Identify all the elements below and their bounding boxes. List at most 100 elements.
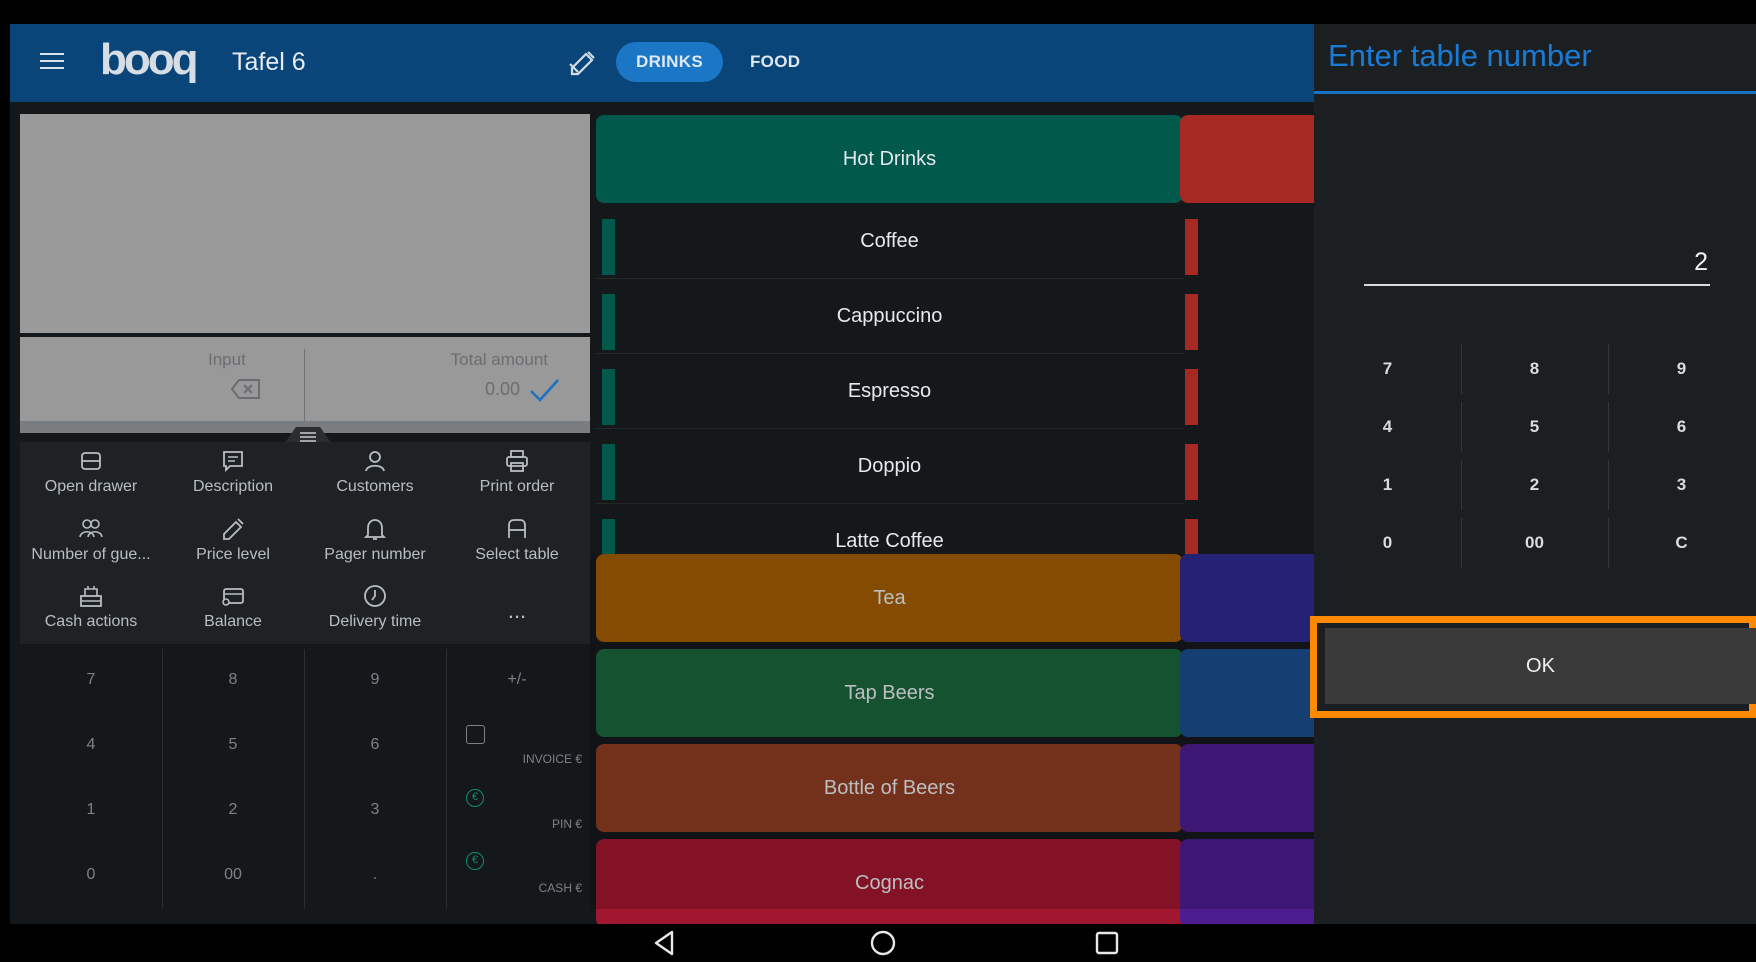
dialog-numpad: 7 8 9 4 5 6 1 2 3 0 00 C: [1314, 340, 1756, 576]
action-balance[interactable]: Balance: [162, 577, 304, 644]
pay-pin-button[interactable]: PIN €: [462, 817, 582, 831]
category-second-column-4[interactable]: [1180, 744, 1330, 832]
people-icon: [79, 519, 103, 538]
wallet-icon: [222, 588, 244, 606]
category-second-column-3[interactable]: [1180, 649, 1330, 737]
key-5[interactable]: 5: [162, 714, 304, 776]
more-icon: ...: [507, 598, 527, 623]
table-title: Tafel 6: [232, 48, 306, 76]
euro-coin-icon: €: [466, 789, 484, 807]
total-amount-label: Total amount: [450, 350, 548, 369]
dialog-key-4[interactable]: 4: [1314, 398, 1461, 456]
chair-icon: [508, 519, 526, 538]
action-description[interactable]: Description: [162, 442, 304, 509]
printer-icon: [506, 450, 528, 472]
bell-icon: [363, 519, 387, 540]
key-4[interactable]: 4: [20, 714, 162, 776]
action-pager-number[interactable]: Pager number: [304, 510, 446, 577]
register-icon: [80, 586, 102, 607]
category-bottle-of-beers[interactable]: Bottle of Beers: [596, 744, 1183, 832]
key-0[interactable]: 0: [20, 844, 162, 906]
product-color-bar: [1185, 444, 1198, 500]
key-7[interactable]: 7: [20, 649, 162, 711]
ok-button[interactable]: OK: [1325, 628, 1756, 704]
home-icon[interactable]: [868, 928, 898, 958]
category-second-column-1[interactable]: [1180, 115, 1330, 203]
category-second-column-2[interactable]: [1180, 554, 1330, 642]
euro-coin-icon: €: [466, 852, 484, 870]
dialog-key-8[interactable]: 8: [1461, 340, 1608, 398]
category-cognac[interactable]: Cognac: [596, 839, 1183, 927]
dialog-key-1[interactable]: 1: [1314, 456, 1461, 514]
dialog-key-5[interactable]: 5: [1461, 398, 1608, 456]
action-cash-actions[interactable]: Cash actions: [20, 577, 162, 644]
product-cappuccino[interactable]: Cappuccino: [596, 284, 1183, 354]
input-label: Input: [208, 350, 246, 369]
action-print-order[interactable]: Print order: [446, 442, 588, 509]
key-00[interactable]: 00: [162, 844, 304, 906]
action-select-table[interactable]: Select table: [446, 510, 588, 577]
order-list[interactable]: [20, 114, 590, 333]
product-color-bar: [1185, 369, 1198, 425]
key-2[interactable]: 2: [162, 779, 304, 841]
key-3[interactable]: 3: [304, 779, 446, 841]
key-plus-minus[interactable]: +/-: [446, 649, 588, 711]
dialog-title: Enter table number: [1328, 38, 1592, 73]
dialog-key-00[interactable]: 00: [1461, 514, 1608, 572]
amount-divider: [304, 349, 305, 421]
tab-food[interactable]: FOOD: [730, 42, 820, 82]
action-more[interactable]: ...: [446, 577, 588, 644]
total-amount-value: 0.00: [484, 379, 520, 399]
back-icon[interactable]: [650, 928, 680, 958]
input-underline: [1364, 284, 1710, 286]
dialog-key-0[interactable]: 0: [1314, 514, 1461, 572]
note-icon: [223, 451, 243, 473]
check-icon[interactable]: [528, 375, 560, 405]
action-customers[interactable]: Customers: [304, 442, 446, 509]
action-price-level[interactable]: Price level: [162, 510, 304, 577]
dialog-key-9[interactable]: 9: [1608, 340, 1755, 398]
key-decimal[interactable]: .: [304, 844, 446, 906]
key-6[interactable]: 6: [304, 714, 446, 776]
invoice-icon: [466, 725, 485, 744]
edit-icon[interactable]: [566, 46, 600, 80]
key-8[interactable]: 8: [162, 649, 304, 711]
pay-cash-button[interactable]: CASH €: [462, 881, 582, 895]
key-1[interactable]: 1: [20, 779, 162, 841]
product-coffee[interactable]: Coffee: [596, 209, 1183, 279]
dialog-key-2[interactable]: 2: [1461, 456, 1608, 514]
hamburger-menu-icon[interactable]: [40, 53, 64, 71]
category-hot-drinks[interactable]: Hot Drinks: [596, 115, 1183, 203]
pay-invoice-button[interactable]: INVOICE €: [462, 752, 582, 766]
tag-icon: [223, 518, 244, 540]
tab-drinks[interactable]: DRINKS: [616, 42, 723, 82]
product-doppio[interactable]: Doppio: [596, 434, 1183, 504]
dialog-key-clear[interactable]: C: [1608, 514, 1755, 572]
system-nav-bar: [10, 924, 1756, 962]
dialog-key-3[interactable]: 3: [1608, 456, 1755, 514]
clock-icon: [364, 585, 386, 607]
dialog-key-7[interactable]: 7: [1314, 340, 1461, 398]
category-tea[interactable]: Tea: [596, 554, 1183, 642]
amount-panel: Input Total amount 0.00: [20, 337, 590, 421]
product-espresso[interactable]: Espresso: [596, 359, 1183, 429]
left-numpad: 7 8 9 +/- 4 5 6 1 2 3 0 00 . INVOICE € €…: [20, 649, 590, 909]
dialog-key-6[interactable]: 6: [1608, 398, 1755, 456]
pos-screen: booq Tafel 6 DRINKS FOOD Input Total amo…: [10, 24, 1756, 962]
category-second-column-5[interactable]: [1180, 839, 1330, 927]
table-number-dialog: Enter table number 2 7 8 9 4 5 6 1 2 3 0…: [1314, 24, 1756, 924]
action-delivery-time[interactable]: Delivery time: [304, 577, 446, 644]
drawer-icon: [81, 452, 101, 470]
product-color-bar: [1185, 294, 1198, 350]
table-number-input[interactable]: 2: [1694, 248, 1708, 277]
product-color-bar: [1185, 219, 1198, 275]
category-tap-beers[interactable]: Tap Beers: [596, 649, 1183, 737]
person-icon: [365, 451, 385, 472]
backspace-icon[interactable]: [230, 377, 262, 401]
action-open-drawer[interactable]: Open drawer: [20, 442, 162, 509]
action-grid: Open drawer Description Customers Print …: [20, 442, 590, 644]
action-number-of-guests[interactable]: Number of gue...: [20, 510, 162, 577]
dialog-title-underline: [1314, 91, 1756, 94]
recents-icon[interactable]: [1092, 928, 1122, 958]
key-9[interactable]: 9: [304, 649, 446, 711]
